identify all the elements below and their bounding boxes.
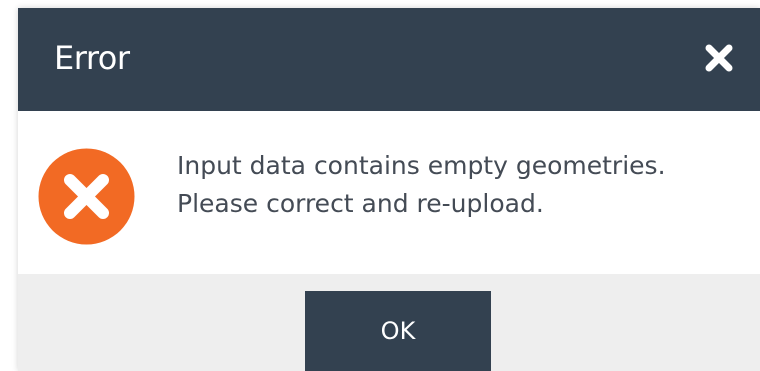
close-icon-glyph [705,44,733,72]
dialog-title: Error [54,39,130,77]
error-message: Input data contains empty geometries. Pl… [177,147,666,223]
close-icon[interactable] [702,41,736,75]
dialog-title-bar: Error [18,8,760,111]
error-icon-glyph [38,148,135,245]
ok-button[interactable]: OK [305,291,491,371]
error-message-line-2: Please correct and re-upload. [177,189,544,218]
error-dialog: Error Input data contains empty geometri… [18,8,760,371]
error-message-line-1: Input data contains empty geometries. [177,151,666,180]
error-icon [38,148,135,245]
dialog-body: Input data contains empty geometries. Pl… [18,111,760,274]
dialog-footer: OK [18,274,760,371]
screen: Error Input data contains empty geometri… [0,0,760,371]
